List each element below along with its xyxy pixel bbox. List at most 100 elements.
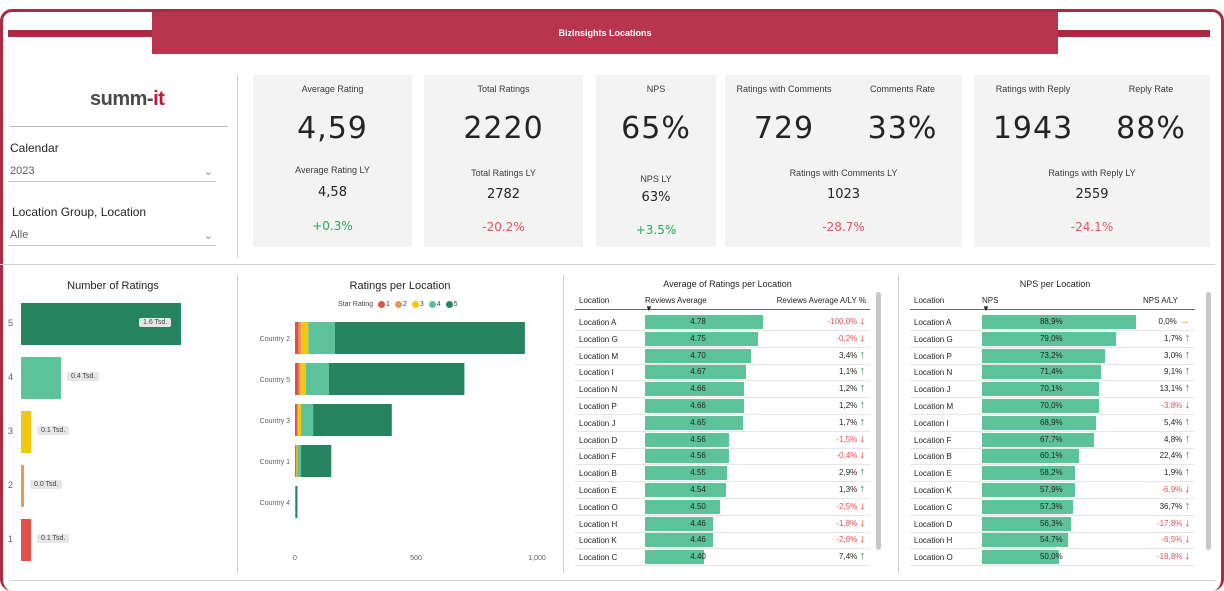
table-row[interactable]: Location C 57,3% 36,7% ↑ xyxy=(910,499,1195,516)
table-row[interactable]: Location B 60,1% 22,4% ↑ xyxy=(910,448,1195,466)
table-row[interactable]: Location H 54,7% -6,5% ↓ xyxy=(910,532,1195,550)
location-selected-value: Alle xyxy=(10,229,29,241)
table-row[interactable]: Location N 71,4% 9,1% ↑ xyxy=(910,364,1195,382)
value-cell: 4.54 xyxy=(690,485,706,494)
table-row[interactable]: Location F 4.56 -0,4% ↓ xyxy=(575,448,870,466)
column-header[interactable]: Reviews Average A/LY % xyxy=(777,296,866,305)
bar-segment-star-5[interactable] xyxy=(313,404,392,436)
table-row[interactable]: Location D 4.56 -1,5% ↓ xyxy=(575,432,870,449)
table-row[interactable]: Location O 4.50 -2,5% ↓ xyxy=(575,499,870,516)
number-of-ratings-chart[interactable]: 5 1.6 Tsd. 4 0.4 Tsd. 3 0.1 Tsd. 2 0.0 Tsd. 1 0.1… xyxy=(0,295,236,575)
column-header[interactable]: NPS A/LY xyxy=(1143,296,1178,305)
arrow-down-icon: ↓ xyxy=(859,449,866,462)
bar[interactable] xyxy=(21,411,31,453)
legend-item[interactable]: 2 xyxy=(394,301,407,308)
bar-segment-star-3[interactable] xyxy=(296,445,298,477)
nps-table[interactable]: Location NPS NPS A/LY ▼ Location A 88,9% 0… xyxy=(910,280,1195,570)
legend-item[interactable]: 1 xyxy=(378,301,390,308)
bar-segment-star-5[interactable] xyxy=(301,445,332,477)
delta-cell: 1,2% ↑ xyxy=(839,399,865,411)
table-row[interactable]: Location M 4.70 3,4% ↑ xyxy=(575,348,870,365)
bar-segment-star-4[interactable] xyxy=(301,404,314,436)
table-row[interactable]: Location J 70,1% 13,1% ↑ xyxy=(910,381,1195,399)
value-cell: 4.46 xyxy=(690,535,706,545)
bar-segment-star-3[interactable] xyxy=(300,363,306,395)
table-row[interactable]: Location F 67,7% 4,8% ↑ xyxy=(910,432,1195,449)
location-cell: Location B xyxy=(579,469,617,479)
legend-item[interactable]: 5 xyxy=(445,301,458,308)
table-row[interactable]: Location A 4.78 -100,0% ↓ xyxy=(575,314,870,331)
category-label: 5 xyxy=(8,318,14,328)
bar-segment-star-5[interactable] xyxy=(295,486,298,518)
table-row[interactable]: Location G 79,0% 1,7% ↑ xyxy=(910,331,1195,348)
table-row[interactable]: Location K 4.46 -2,6% ↓ xyxy=(575,532,870,550)
company-logo: summ-it xyxy=(90,88,165,110)
avg-ratings-table[interactable]: Location Reviews Average Reviews Average… xyxy=(575,280,870,570)
divider xyxy=(563,275,564,573)
value-cell: 4.50 xyxy=(690,501,706,511)
bar-segment-star-2[interactable] xyxy=(298,322,302,354)
table-row[interactable]: Location O 50,0% -18,8% ↓ xyxy=(910,549,1195,567)
table-row[interactable]: Location G 4.75 -0,2% ↓ xyxy=(575,331,870,348)
delta-cell: 1,2% ↑ xyxy=(839,382,865,395)
table-row[interactable]: Location P 4.66 1,2% ↑ xyxy=(575,398,870,415)
bar-segment-star-5[interactable] xyxy=(328,363,465,395)
location-cell: Location E xyxy=(914,469,952,479)
bar-segment-star-4[interactable] xyxy=(308,322,335,354)
bar-segment-star-1[interactable] xyxy=(295,322,299,354)
delta-cell: -6,9% ↓ xyxy=(1161,483,1190,495)
delta-cell: -17,8% ↓ xyxy=(1156,516,1190,529)
delta-cell: 3,0% ↑ xyxy=(1164,348,1190,361)
location-cell: Location M xyxy=(914,402,954,411)
location-cell: Location E xyxy=(579,486,617,495)
bar[interactable] xyxy=(21,465,24,507)
bar[interactable] xyxy=(21,357,61,399)
column-header[interactable]: Reviews Average xyxy=(645,296,707,305)
location-dropdown[interactable]: Alle ⌄ xyxy=(8,225,216,246)
table-row[interactable]: Location K 57,9% -6,9% ↓ xyxy=(910,482,1195,499)
table-row[interactable]: Location H 4.46 -1,8% ↓ xyxy=(575,516,870,533)
table-row[interactable]: Location N 4.66 1,2% ↑ xyxy=(575,381,870,399)
category-label: Country 3 xyxy=(260,418,290,425)
scrollbar[interactable] xyxy=(876,292,881,550)
scrollbar[interactable] xyxy=(1206,292,1211,550)
kpi-rate-value: 33% xyxy=(867,111,938,146)
bar-segment-star-3[interactable] xyxy=(301,322,309,354)
legend-item[interactable]: 4 xyxy=(428,301,441,308)
table-row[interactable]: Location J 4.65 1,7% ↑ xyxy=(575,415,870,432)
bar-segment-star-1[interactable] xyxy=(295,363,299,395)
table-row[interactable]: Location I 4.67 1,1% ↑ xyxy=(575,364,870,382)
divider xyxy=(237,275,238,573)
table-row[interactable]: Location A 88,9% 0,0% → xyxy=(910,314,1195,331)
bar-segment-star-3[interactable] xyxy=(298,404,302,436)
page-title-banner: BizInsights Locations xyxy=(152,12,1058,54)
table-row[interactable]: Location C 4.40 7,4% ↑ xyxy=(575,549,870,567)
table-row[interactable]: Location E 4.54 1,3% ↑ xyxy=(575,482,870,499)
table-row[interactable]: Location E 58,2% 1,9% ↑ xyxy=(910,465,1195,483)
ratings-per-location-chart[interactable]: Country 2 Country 5 Country 3 Country 1 Coun… xyxy=(240,312,560,574)
bar-segment-star-1[interactable] xyxy=(295,404,297,436)
arrow-up-icon: ↑ xyxy=(1184,331,1191,344)
kpi-card-reply: Ratings with Reply 1943 Reply Rate 88% R… xyxy=(974,75,1210,247)
table-row[interactable]: Location B 4.55 2,9% ↑ xyxy=(575,465,870,483)
bar-segment-star-5[interactable] xyxy=(334,322,525,354)
calendar-dropdown[interactable]: 2023 ⌄ xyxy=(8,161,216,182)
legend-item[interactable]: 3 xyxy=(411,301,424,308)
bar-segment-star-2[interactable] xyxy=(298,363,301,395)
kpi-label: NPS xyxy=(646,84,666,94)
bar-segment-star-4[interactable] xyxy=(305,363,329,395)
column-header[interactable]: Location xyxy=(579,296,609,305)
bar-segment-star-4[interactable] xyxy=(297,445,302,477)
table-row[interactable]: Location I 68,9% 5,4% ↑ xyxy=(910,415,1195,432)
table-row[interactable]: Location M 70,0% -3,8% ↓ xyxy=(910,398,1195,415)
location-cell: Location A xyxy=(579,318,617,327)
table-row[interactable]: Location D 56,3% -17,8% ↓ xyxy=(910,516,1195,533)
arrow-down-icon: ↓ xyxy=(859,533,866,546)
bar-segment-star-2[interactable] xyxy=(296,404,299,436)
kpi-ly-value: 2559 xyxy=(1075,187,1109,202)
arrow-down-icon: ↓ xyxy=(859,516,866,529)
bar[interactable] xyxy=(21,519,31,561)
column-header[interactable]: Location xyxy=(914,296,944,305)
table-row[interactable]: Location P 73,2% 3,0% ↑ xyxy=(910,348,1195,365)
dashboard: BizInsights Locations summ-it Calendar 2… xyxy=(0,0,1224,591)
